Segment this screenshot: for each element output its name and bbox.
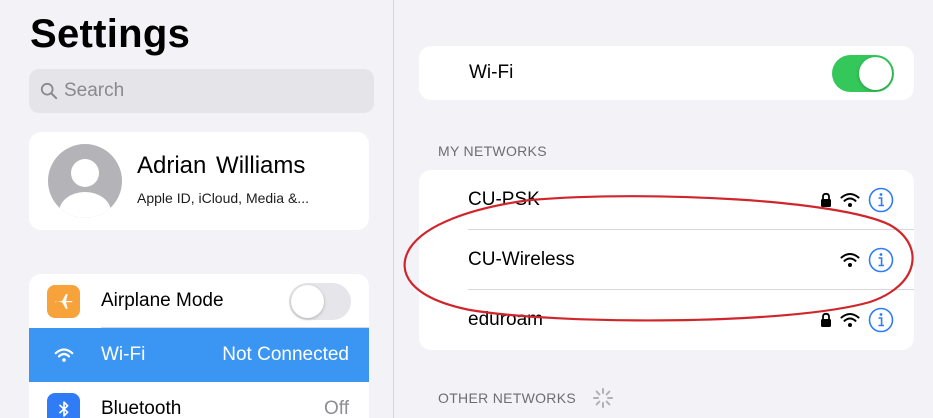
sidebar-item-wifi[interactable]: Wi-Fi Not Connected <box>29 328 369 382</box>
network-row-cu-wireless[interactable]: CU-Wireless <box>419 230 914 290</box>
wifi-toggle[interactable] <box>832 55 894 92</box>
network-name: CU-PSK <box>468 189 540 210</box>
settings-list: Airplane Mode Wi-Fi Not Connected Blueto… <box>29 274 369 418</box>
bluetooth-status: Off <box>324 398 349 418</box>
info-icon[interactable] <box>868 187 894 213</box>
my-networks-header: MY NETWORKS <box>438 143 547 159</box>
network-name: eduroam <box>468 309 543 330</box>
my-networks-list: CU-PSK CU-Wireless eduroam <box>419 170 914 350</box>
lock-icon <box>821 312 831 327</box>
info-icon[interactable] <box>868 307 894 333</box>
network-name: CU-Wireless <box>468 249 575 270</box>
network-row-cu-psk[interactable]: CU-PSK <box>419 170 914 230</box>
avatar <box>48 144 122 218</box>
wifi-toggle-row: Wi-Fi <box>419 46 914 100</box>
page-title: Settings <box>30 12 191 56</box>
panel-divider <box>393 0 394 418</box>
info-icon[interactable] <box>868 247 894 273</box>
apple-id-profile[interactable]: Adrian Williams Apple ID, iCloud, Media … <box>29 132 369 230</box>
sidebar-item-label: Airplane Mode <box>101 290 224 311</box>
airplane-icon <box>47 284 80 318</box>
sidebar-item-label: Bluetooth <box>101 398 182 418</box>
sidebar-item-bluetooth[interactable]: Bluetooth Off <box>29 382 369 418</box>
search-icon <box>40 82 58 100</box>
sidebar: Settings Search Adrian Williams Apple ID… <box>0 0 393 418</box>
network-row-eduroam[interactable]: eduroam <box>419 290 914 350</box>
other-networks-header: OTHER NETWORKS <box>438 390 576 406</box>
sidebar-item-airplane-mode[interactable]: Airplane Mode <box>29 274 369 328</box>
bluetooth-icon <box>47 392 80 418</box>
wifi-signal-icon <box>840 313 860 327</box>
profile-subtitle: Apple ID, iCloud, Media &... <box>137 190 309 206</box>
person-icon <box>59 159 111 218</box>
wifi-signal-icon <box>840 193 860 207</box>
wifi-signal-icon <box>840 253 860 267</box>
wifi-icon <box>47 338 80 372</box>
loading-spinner-icon <box>593 388 613 408</box>
profile-name: Adrian Williams <box>137 152 306 179</box>
wifi-status: Not Connected <box>222 344 349 365</box>
wifi-label: Wi-Fi <box>469 62 514 83</box>
search-placeholder: Search <box>64 80 125 101</box>
search-input[interactable]: Search <box>29 69 374 113</box>
lock-icon <box>821 192 831 207</box>
airplane-mode-toggle[interactable] <box>289 282 351 320</box>
settings-screen: Settings Search Adrian Williams Apple ID… <box>0 0 933 418</box>
sidebar-item-label: Wi-Fi <box>101 344 146 365</box>
